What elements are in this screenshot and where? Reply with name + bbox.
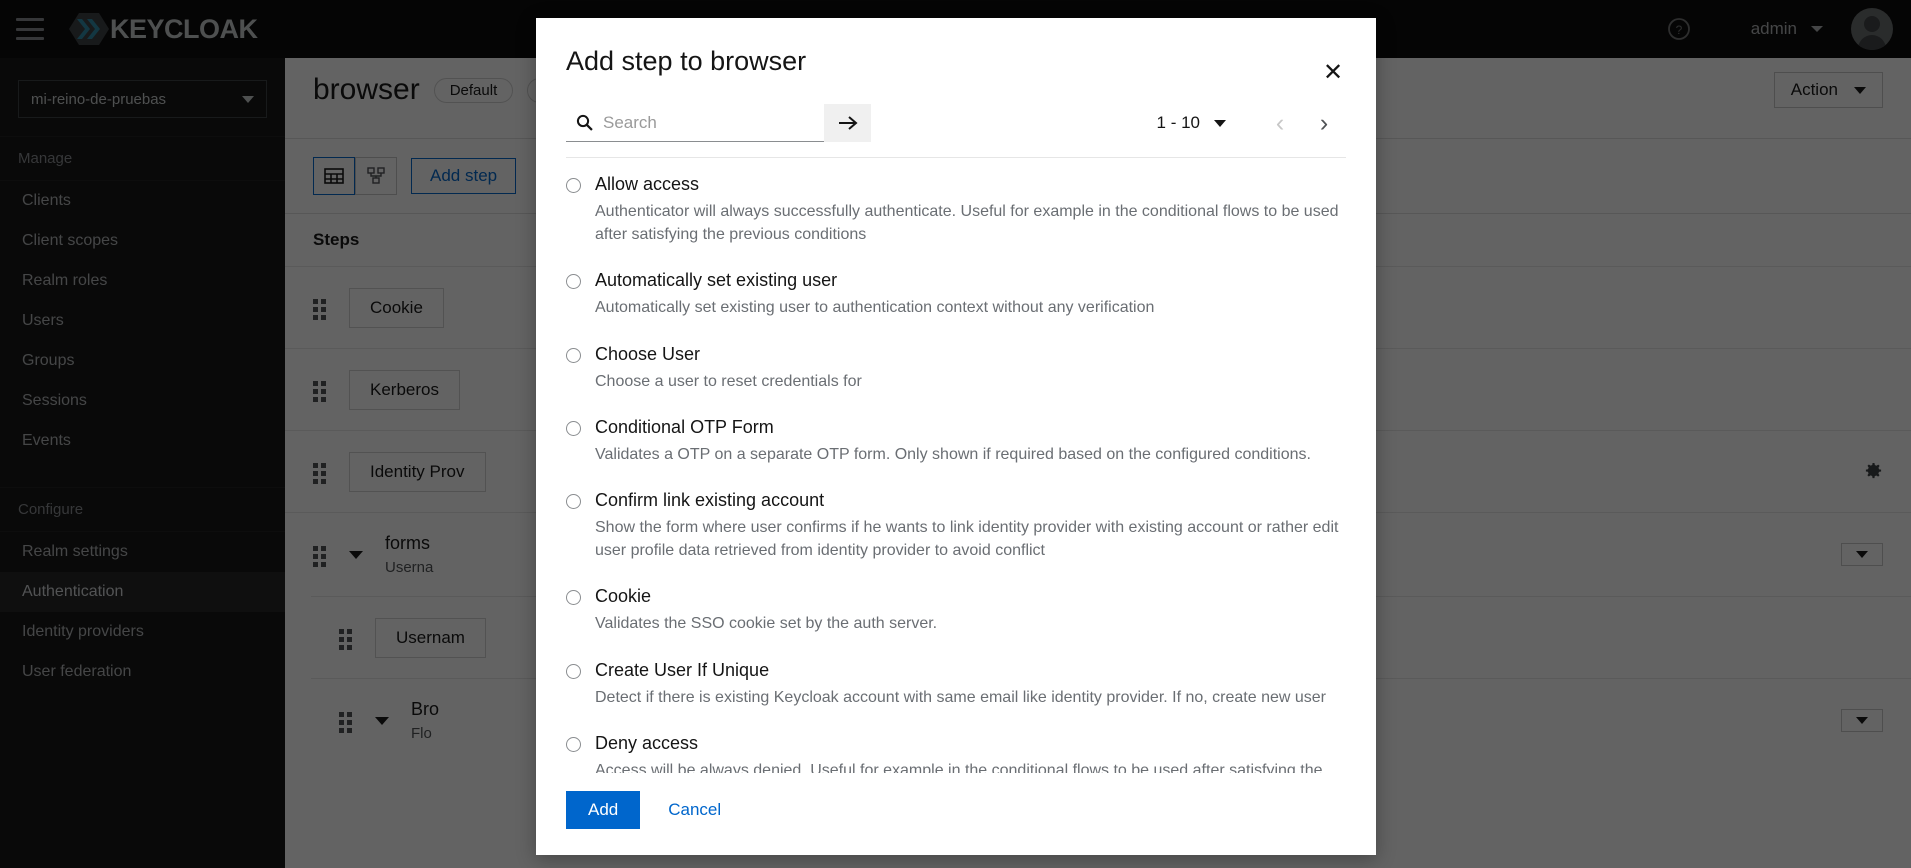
radio-button[interactable] [566,590,581,606]
search-input[interactable] [603,112,814,133]
cancel-button[interactable]: Cancel [654,791,735,829]
option-description: Access will be always denied. Useful for… [595,761,1323,773]
radio-button[interactable] [566,663,581,679]
option-label[interactable]: Cookie [595,586,651,607]
option-label[interactable]: Choose User [595,344,700,365]
modal-footer: Add Cancel [536,773,1376,855]
modal-toolbar: 1 - 10 ‹ › [536,85,1376,143]
pagination-range: 1 - 10 [1156,113,1200,132]
list-item[interactable]: Choose User Choose a user to reset crede… [566,344,1346,393]
search-group [566,104,871,142]
search-field[interactable] [566,104,824,142]
option-header: Allow access [566,174,1346,195]
modal-title: Add step to browser [566,46,807,76]
radio-button[interactable] [566,274,581,290]
search-submit-button[interactable] [824,104,871,142]
search-icon [576,114,593,131]
option-label[interactable]: Create User If Unique [595,660,769,681]
option-label[interactable]: Conditional OTP Form [595,417,774,438]
radio-button[interactable] [566,493,581,509]
add-step-modal: Add step to browser ✕ Search 1 - 10 ‹ › … [536,18,1376,855]
option-label[interactable]: Automatically set existing user [595,270,837,291]
pagination: 1 - 10 ‹ › [1157,103,1346,143]
option-label[interactable]: Deny access [595,733,698,754]
step-options-list[interactable]: Allow access Authenticator will always s… [536,158,1376,773]
chevron-down-icon[interactable] [1214,119,1226,127]
list-item[interactable]: Automatically set existing user Automati… [566,270,1346,319]
list-item[interactable]: Confirm link existing account Show the f… [566,490,1346,562]
close-icon[interactable]: ✕ [1320,60,1346,86]
option-header: Conditional OTP Form [566,417,1346,438]
chevron-right-icon[interactable]: › [1302,103,1346,143]
radio-button[interactable] [566,736,581,752]
option-header: Create User If Unique [566,660,1346,681]
list-item[interactable]: Allow access Authenticator will always s… [566,174,1346,246]
option-description: Validates the SSO cookie set by the auth… [595,615,938,633]
keycloak-admin-console: KEYCLOAK ? admin mi-reino-de-pruebas Man… [0,0,1911,868]
option-header: Deny access [566,733,1346,754]
option-header: Cookie [566,586,1346,607]
option-label[interactable]: Allow access [595,174,699,195]
option-header: Choose User [566,344,1346,365]
option-description: Automatically set existing user to authe… [595,299,1155,317]
option-label[interactable]: Confirm link existing account [595,490,824,511]
list-item[interactable]: Deny access Access will be always denied… [566,733,1346,773]
option-description: Validates a OTP on a separate OTP form. … [595,445,1311,463]
option-header: Automatically set existing user [566,270,1346,291]
radio-button[interactable] [566,178,581,193]
radio-button[interactable] [566,347,581,363]
option-description: Show the form where user confirms if he … [595,518,1339,560]
option-header: Confirm link existing account [566,490,1346,511]
radio-button[interactable] [566,420,581,436]
option-description: Choose a user to reset credentials for [595,372,862,390]
option-description: Authenticator will always successfully a… [595,203,1339,244]
chevron-left-icon[interactable]: ‹ [1258,103,1302,143]
add-button[interactable]: Add [566,791,641,829]
list-item[interactable]: Cookie Validates the SSO cookie set by t… [566,586,1346,635]
option-description: Detect if there is existing Keycloak acc… [595,688,1327,706]
modal-header: Add step to browser ✕ [536,18,1376,85]
list-item[interactable]: Conditional OTP Form Validates a OTP on … [566,417,1346,466]
list-item[interactable]: Create User If Unique Detect if there is… [566,660,1346,709]
arrow-right-icon [838,116,858,130]
